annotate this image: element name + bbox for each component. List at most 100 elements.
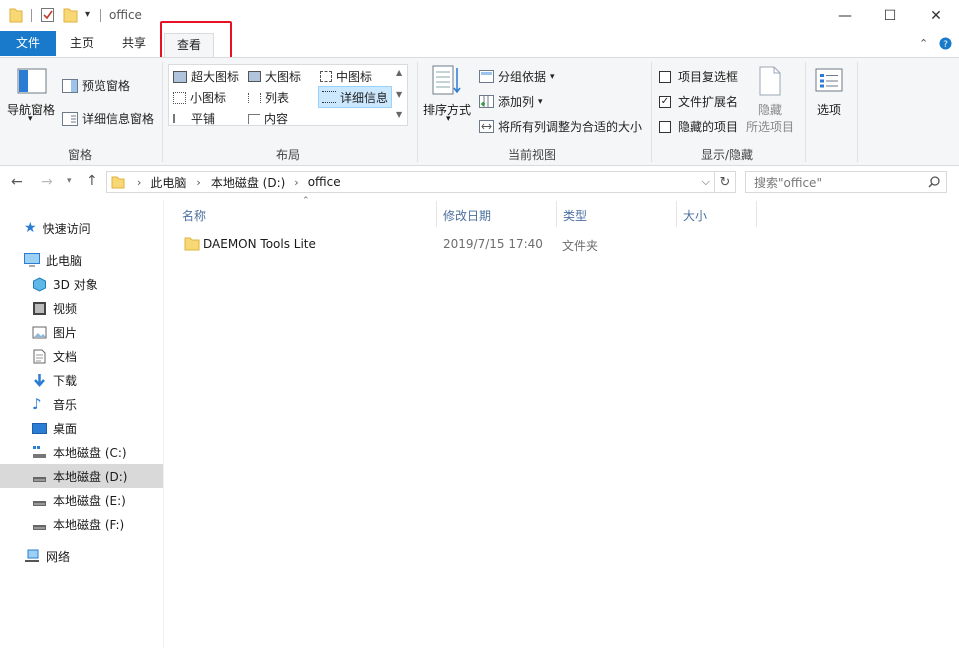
- gallery-scroll-up-icon[interactable]: ▲: [396, 68, 402, 77]
- item-checkboxes-toggle[interactable]: 项目复选框: [659, 68, 738, 85]
- hide-selected-button[interactable]: 隐藏: [758, 101, 782, 118]
- svg-text:?: ?: [943, 40, 948, 50]
- close-button[interactable]: ✕: [913, 0, 959, 31]
- file-extensions-toggle[interactable]: ✓ 文件扩展名: [659, 93, 738, 110]
- tab-file[interactable]: 文件: [0, 31, 56, 56]
- gallery-scroll-down-icon[interactable]: ▼: [396, 90, 402, 99]
- nav-drive-d[interactable]: 本地磁盘 (D:): [0, 464, 163, 488]
- group-by-button[interactable]: 分组依据 ▾: [479, 68, 555, 85]
- layout-medium-icons[interactable]: 中图标: [320, 68, 372, 85]
- back-arrow-icon[interactable]: ←: [11, 174, 23, 190]
- divider[interactable]: [556, 201, 557, 227]
- preview-pane-button[interactable]: 预览窗格: [62, 77, 130, 94]
- network-icon: [25, 549, 39, 562]
- options-button[interactable]: 选项: [817, 101, 841, 118]
- size-all-columns-label: 将所有列调整为合适的大小: [498, 120, 643, 134]
- collapse-ribbon-icon[interactable]: ⌃: [919, 37, 928, 50]
- maximize-button[interactable]: ☐: [867, 0, 913, 31]
- breadcrumb-this-pc[interactable]: 此电脑: [150, 174, 186, 191]
- search-box[interactable]: 搜索"office": [745, 171, 947, 193]
- layout-tiles[interactable]: 平铺: [173, 110, 215, 127]
- checkbox[interactable]: [659, 70, 671, 83]
- nav-quick-access[interactable]: ★ 快速访问: [0, 216, 91, 240]
- nav-music[interactable]: ♪ 音乐: [0, 392, 77, 416]
- drive-icon: [33, 524, 46, 530]
- nav-label: 本地磁盘 (E:): [53, 493, 126, 508]
- layout-small-icons[interactable]: 小图标: [173, 89, 226, 106]
- column-header-size[interactable]: 大小: [683, 207, 707, 224]
- add-columns-button[interactable]: 添加列 ▾: [479, 93, 543, 110]
- tab-home[interactable]: 主页: [58, 31, 106, 56]
- divider[interactable]: [436, 201, 437, 227]
- breadcrumb-separator-icon[interactable]: ›: [196, 176, 200, 189]
- search-input[interactable]: 搜索"office": [754, 174, 822, 191]
- nav-desktop[interactable]: 桌面: [0, 416, 77, 440]
- forward-arrow-icon[interactable]: →: [41, 174, 53, 190]
- address-bar[interactable]: › 此电脑 › 本地磁盘 (D:) › office ⌵: [106, 171, 715, 193]
- layout-list[interactable]: 列表: [248, 89, 289, 106]
- layout-label: 详细信息: [340, 90, 389, 105]
- breadcrumb-separator-icon[interactable]: ›: [137, 176, 141, 189]
- layout-label: 超大图标: [191, 70, 240, 84]
- column-header-modified[interactable]: 修改日期: [443, 207, 491, 224]
- sort-by-icon[interactable]: [432, 65, 462, 97]
- breadcrumb-separator-icon[interactable]: ›: [294, 176, 298, 189]
- details-pane-button[interactable]: 详细信息窗格: [62, 110, 154, 127]
- layout-details[interactable]: 详细信息: [318, 86, 393, 108]
- size-all-columns-button[interactable]: 将所有列调整为合适的大小: [479, 118, 642, 135]
- breadcrumb-drive-d[interactable]: 本地磁盘 (D:): [211, 174, 285, 191]
- breadcrumb-office[interactable]: office: [308, 175, 341, 189]
- help-icon[interactable]: ?: [939, 37, 952, 50]
- folder-icon: [111, 175, 125, 189]
- nav-this-pc[interactable]: 此电脑: [0, 248, 82, 272]
- layout-extra-large-icons[interactable]: 超大图标: [173, 68, 239, 85]
- customize-qat-icon[interactable]: ▾: [85, 9, 90, 20]
- file-name: DAEMON Tools Lite: [203, 237, 316, 251]
- navigation-pane-icon[interactable]: [17, 68, 47, 94]
- navigation-pane: ★ 快速访问 此电脑 3D 对象 视频 图片 文档 下载 ♪ 音乐 桌面 本地磁…: [0, 200, 164, 648]
- checkbox[interactable]: [659, 120, 671, 133]
- layout-content[interactable]: 内容: [248, 110, 288, 127]
- nav-pictures[interactable]: 图片: [0, 320, 77, 344]
- properties-icon[interactable]: [40, 7, 56, 23]
- nav-3d-objects[interactable]: 3D 对象: [0, 272, 98, 296]
- divider[interactable]: [756, 201, 757, 227]
- tab-share[interactable]: 共享: [110, 31, 158, 56]
- nav-network[interactable]: 网络: [0, 544, 70, 568]
- divider[interactable]: [676, 201, 677, 227]
- music-icon: ♪: [32, 395, 42, 413]
- address-dropdown-icon[interactable]: ⌵: [702, 175, 710, 189]
- new-folder-icon[interactable]: [63, 7, 79, 23]
- nav-label: 3D 对象: [53, 277, 98, 292]
- gallery-more-icon[interactable]: ▼: [396, 110, 402, 119]
- nav-drive-e[interactable]: 本地磁盘 (E:): [0, 488, 126, 512]
- group-by-icon: [479, 70, 494, 83]
- title-bar: ▾ office — ☐ ✕: [0, 0, 959, 31]
- nav-drive-c[interactable]: 本地磁盘 (C:): [0, 440, 127, 464]
- hide-selected-icon[interactable]: [759, 66, 781, 96]
- nav-drive-f[interactable]: 本地磁盘 (F:): [0, 512, 124, 536]
- nav-label: 图片: [53, 325, 78, 340]
- group-label-current-view: 当前视图: [507, 148, 556, 162]
- table-row[interactable]: DAEMON Tools Lite 2019/7/15 17:40 文件夹: [176, 233, 757, 255]
- checkbox-checked[interactable]: ✓: [659, 95, 671, 108]
- layout-label: 中图标: [336, 70, 373, 84]
- computer-icon: [24, 253, 40, 267]
- drive-icon: [33, 500, 46, 506]
- hidden-items-toggle[interactable]: 隐藏的项目: [659, 118, 738, 135]
- divider: [805, 62, 806, 162]
- minimize-button[interactable]: —: [822, 0, 868, 31]
- refresh-button[interactable]: ↻: [715, 171, 736, 193]
- options-icon[interactable]: [815, 68, 843, 92]
- list-icon: [248, 92, 261, 103]
- recent-locations-icon[interactable]: ▾: [67, 176, 72, 186]
- column-header-type[interactable]: 类型: [563, 207, 587, 224]
- nav-videos[interactable]: 视频: [0, 296, 77, 320]
- nav-downloads[interactable]: 下载: [0, 368, 77, 392]
- file-extensions-label: 文件扩展名: [678, 95, 739, 109]
- divider: [651, 62, 652, 162]
- column-header-name[interactable]: 名称: [182, 207, 206, 224]
- layout-large-icons[interactable]: 大图标: [248, 68, 301, 85]
- nav-documents[interactable]: 文档: [0, 344, 77, 368]
- up-arrow-icon[interactable]: ↑: [86, 173, 98, 189]
